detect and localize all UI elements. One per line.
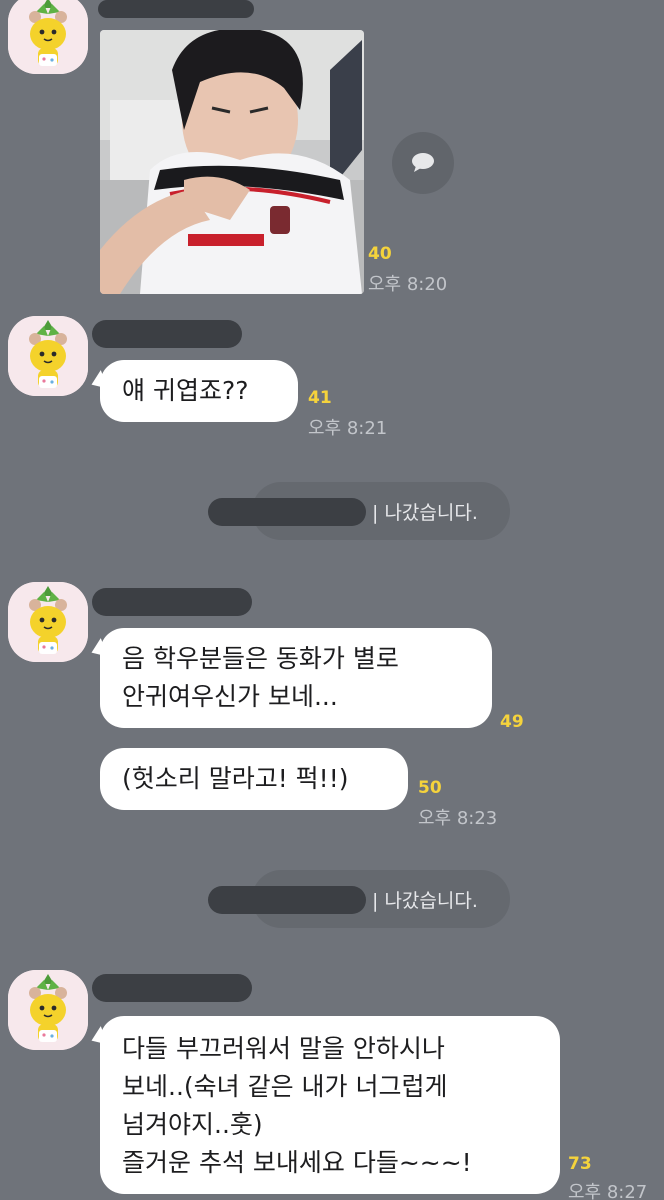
user-name-redacted [208,886,366,914]
system-notice-text: | 나갔습니다. [372,890,478,912]
message-bubble[interactable]: 음 학우분들은 동화가 별로 안귀여우신가 보네... [100,628,492,728]
pineapple-character-avatar-icon [8,970,88,1050]
message-time: 오후 8:23 [418,808,498,829]
avatar[interactable] [8,582,88,662]
unread-count: 73 [568,1154,592,1174]
chat-screen: 40 오후 8:20 얘 귀엽죠?? 41 오후 8:21 | 나갔습니다. 음… [0,0,664,1200]
system-notice: | 나갔습니다. [208,870,510,928]
user-name-redacted [208,498,366,526]
avatar[interactable] [8,0,88,74]
unread-count: 50 [418,778,442,798]
pineapple-character-avatar-icon [8,582,88,662]
pineapple-character-avatar-icon [8,316,88,396]
photo-image [100,30,364,294]
message-time: 오후 8:27 [568,1182,648,1200]
message-bubble[interactable]: 다들 부끄러워서 말을 안하시나 보네..(숙녀 같은 내가 너그럽게 넘겨야지… [100,1016,560,1194]
message-time: 오후 8:20 [368,274,448,295]
unread-count: 40 [368,244,392,264]
sender-name-redacted [98,0,254,18]
sender-name-redacted [92,588,252,616]
message-bubble[interactable]: (헛소리 말라고! 퍽!!) [100,748,408,810]
avatar[interactable] [8,316,88,396]
sender-name-redacted [92,320,242,348]
shared-photo[interactable] [100,30,364,294]
message-time: 오후 8:21 [308,418,388,439]
pineapple-character-avatar-icon [8,0,88,74]
speech-bubble-icon [412,153,434,172]
avatar[interactable] [8,970,88,1050]
system-notice-text: | 나갔습니다. [372,502,478,524]
unread-count: 49 [500,712,524,732]
unread-count: 41 [308,388,332,408]
sender-name-redacted [92,974,252,1002]
system-notice: | 나갔습니다. [208,482,510,540]
message-bubble[interactable]: 얘 귀엽죠?? [100,360,298,422]
share-button[interactable] [392,132,454,194]
